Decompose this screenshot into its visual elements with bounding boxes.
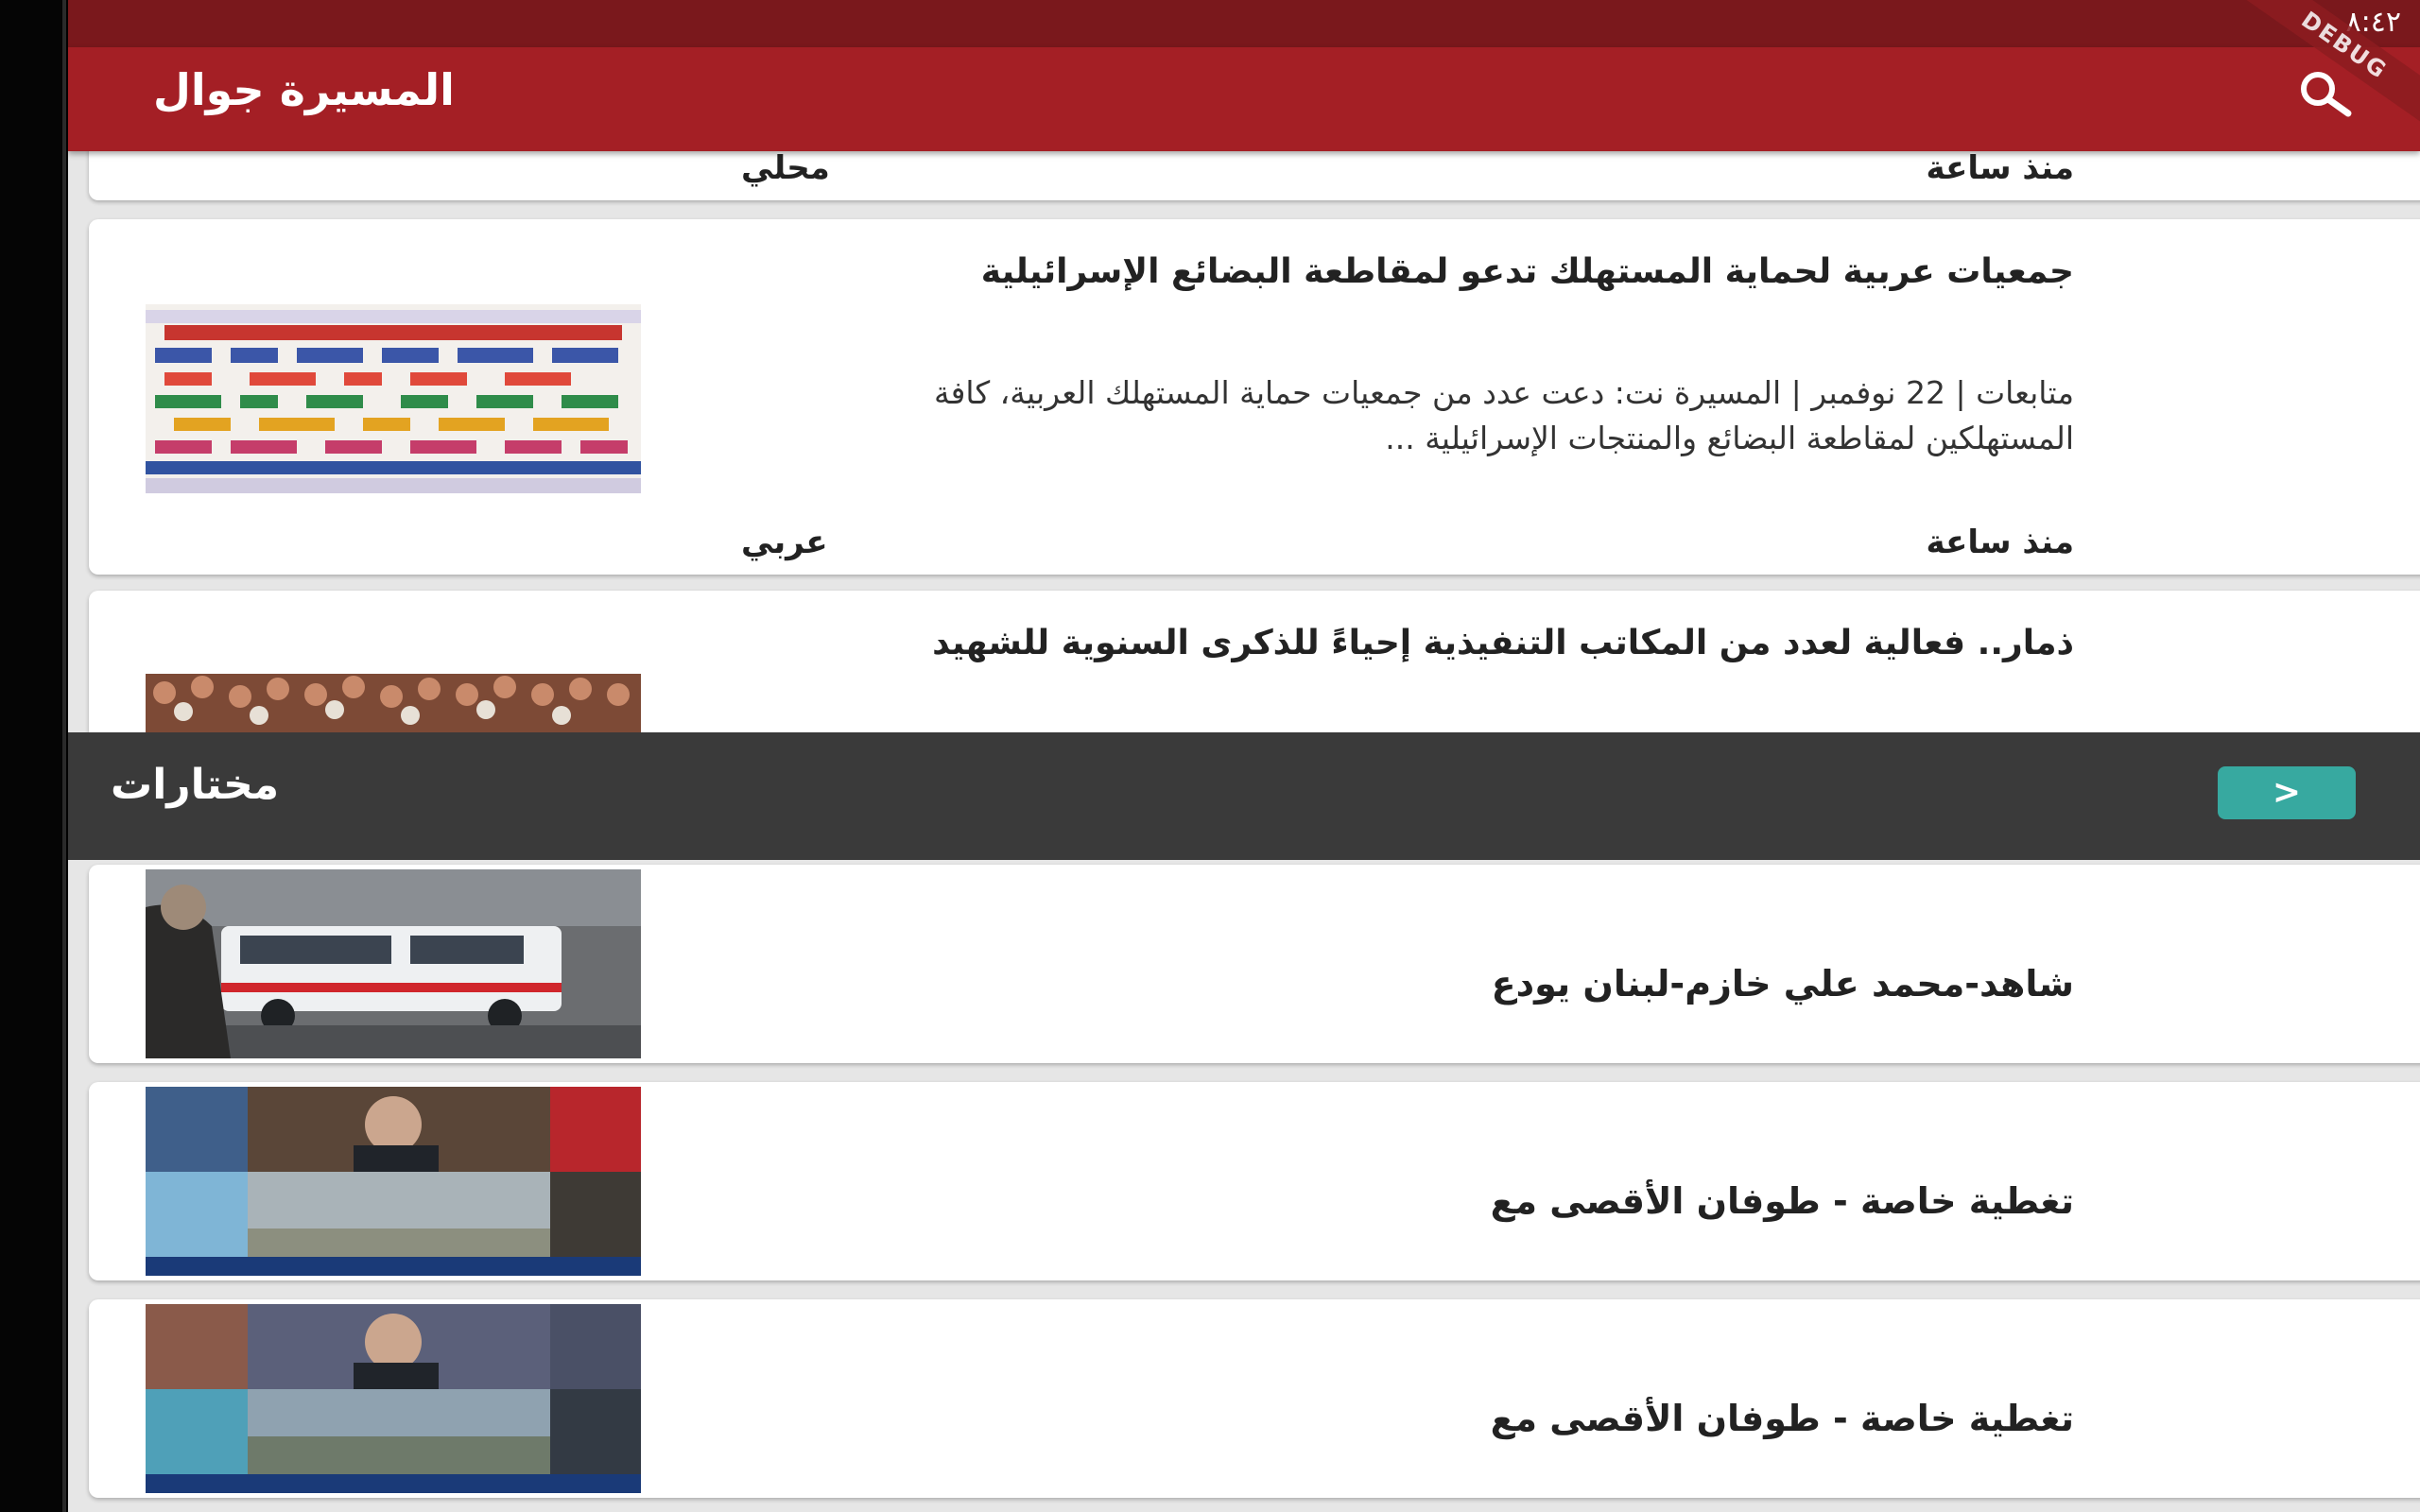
device-bezel	[0, 0, 66, 1512]
featured-section-header: مختارات >	[68, 732, 2420, 860]
app-bar: المسيرة جوال	[68, 47, 2420, 151]
news-card[interactable]: جمعيات عربية لحماية المستهلك تدعو لمقاطع…	[89, 219, 2420, 575]
news-time: منذ ساعة	[1926, 149, 2074, 187]
news-title: جمعيات عربية لحماية المستهلك تدعو لمقاطع…	[980, 252, 2074, 291]
news-category: عربي	[741, 524, 828, 561]
video-title: تغطية خاصة - طوفان الأقصى مع	[1490, 1180, 2074, 1222]
video-thumbnail	[146, 1304, 641, 1493]
video-title: شاهد-محمد علي خازم-لبنان يودع	[1491, 963, 2074, 1005]
video-thumbnail	[146, 869, 641, 1058]
search-icon	[2301, 72, 2352, 117]
video-card[interactable]: تغطية خاصة - طوفان الأقصى مع	[89, 1299, 2420, 1498]
search-button[interactable]	[2297, 68, 2354, 125]
status-bar: ٨:٤٢	[68, 0, 2420, 47]
video-title: تغطية خاصة - طوفان الأقصى مع	[1490, 1398, 2074, 1439]
video-thumbnail	[146, 1087, 641, 1276]
news-thumbnail	[146, 304, 641, 493]
video-card[interactable]: شاهد-محمد علي خازم-لبنان يودع	[89, 865, 2420, 1063]
section-title: مختارات	[111, 761, 280, 809]
app-title: المسيرة جوال	[153, 64, 455, 115]
more-button[interactable]: >	[2218, 766, 2356, 819]
news-excerpt: متابعات | 22 نوفمبر | المسيرة نت: دعت عد…	[933, 374, 2074, 456]
chevron-right-icon: >	[2272, 773, 2302, 812]
video-card[interactable]: تغطية خاصة - طوفان الأقصى مع	[89, 1082, 2420, 1280]
news-time: منذ ساعة	[1926, 524, 2074, 561]
app-screen: منذ ساعة محلي جمعيات عربية لحماية المسته…	[68, 0, 2420, 1512]
news-category: محلي	[741, 149, 830, 187]
news-title: ذمار.. فعالية لعدد من المكاتب التنفيذية …	[932, 624, 2074, 662]
